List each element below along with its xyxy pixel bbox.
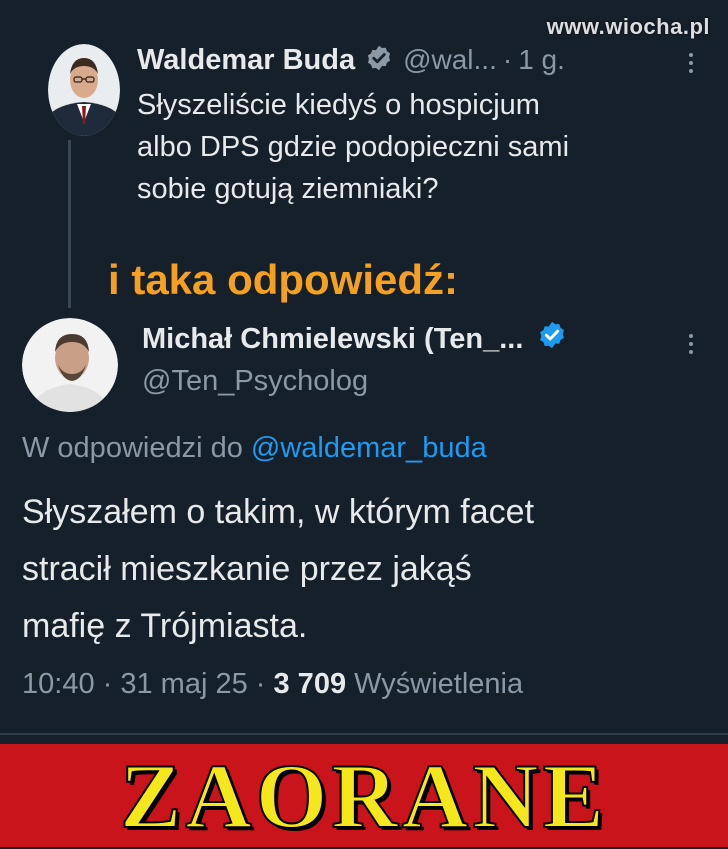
tweet1-handle[interactable]: @wal... (403, 44, 497, 76)
tweet2-text-line: stracił mieszkanie przez jakąś (22, 550, 472, 588)
tweet1-author-name[interactable]: Waldemar Buda (137, 44, 355, 77)
more-options-icon[interactable] (688, 53, 694, 73)
reply-caption: i taka odpowiedź: (108, 256, 459, 303)
meta-separator: · (102, 668, 121, 700)
verified-badge-icon (365, 44, 393, 77)
avatar-waldemar-buda[interactable] (48, 44, 120, 136)
tweet1-text: Słyszeliście kiedyś o hospicjum albo DPS… (137, 84, 697, 210)
replying-to-prefix: W odpowiedzi do (22, 432, 243, 464)
tweet2-time[interactable]: 10:40 (22, 668, 95, 700)
tweet2-author-name[interactable]: Michał Chmielewski (Ten_... (142, 323, 523, 356)
tweet2-text-line: mafię z Trójmiasta. (22, 607, 308, 645)
tweet2-text: Słyszałem o takim, w którym facet straci… (22, 484, 712, 655)
banner-text: ZAORANE (119, 744, 609, 848)
meta-separator: · (255, 668, 274, 700)
tweet2-meta: 10:40 · 31 maj 25 · 3 709 Wyświetlenia (22, 668, 523, 701)
tweet1-text-line: Słyszeliście kiedyś o hospicjum (137, 89, 540, 121)
tweet2-text-line: Słyszałem o takim, w którym facet (22, 493, 535, 531)
tweet2-author-header: Michał Chmielewski (Ten_... (142, 320, 577, 358)
verified-badge-icon (537, 320, 567, 358)
replying-to: W odpowiedzi do @waldemar_buda (22, 432, 487, 465)
watermark: www.wiocha.pl (546, 14, 710, 39)
tweet1-header: Waldemar Buda @wal... · 1 g. (137, 38, 565, 82)
replying-to-mention-link[interactable]: @waldemar_buda (251, 432, 487, 464)
tweet2-handle[interactable]: @Ten_Psycholog (142, 365, 368, 398)
tweet1-time[interactable]: 1 g. (518, 44, 565, 76)
tweet1-text-line: sobie gotują ziemniaki? (137, 173, 439, 205)
more-options-icon[interactable] (688, 334, 694, 354)
divider (0, 733, 728, 735)
banner: ZAORANE (0, 744, 728, 848)
tweet2-views-count: 3 709 (273, 668, 347, 700)
thread-connector-line (68, 140, 71, 308)
tweet2-views-label[interactable]: Wyświetlenia (354, 668, 523, 700)
avatar-michal-chmielewski[interactable] (22, 318, 118, 412)
tweet1-separator: · (502, 44, 513, 75)
tweet2-date[interactable]: 31 maj 25 (120, 668, 247, 700)
tweet1-text-line: albo DPS gdzie podopieczni sami (137, 131, 570, 163)
